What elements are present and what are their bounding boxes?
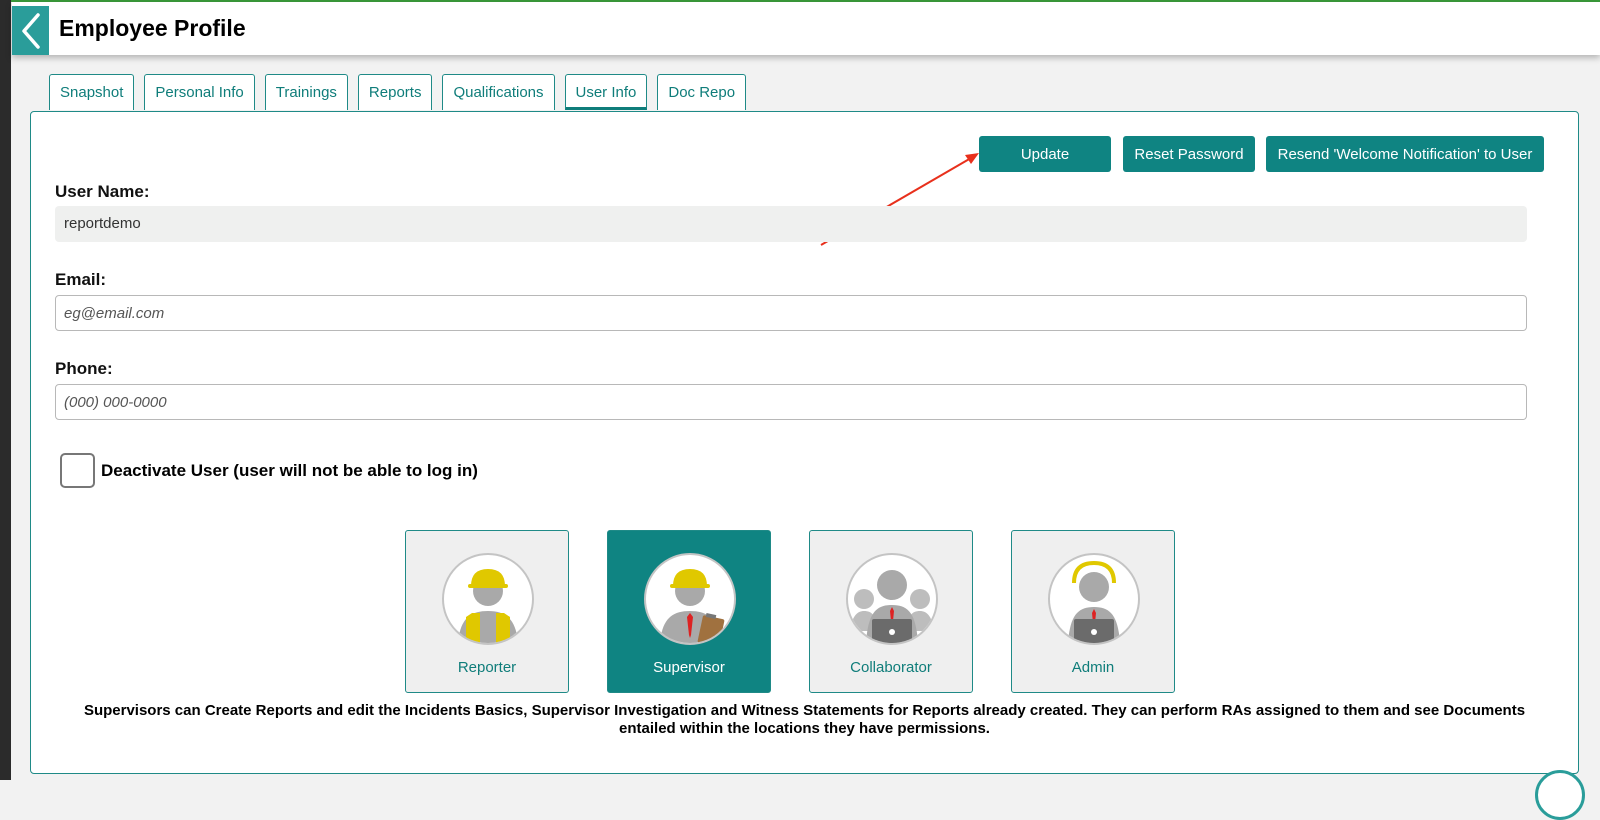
- role-label: Reporter: [457, 659, 517, 676]
- role-card-reporter[interactable]: Reporter: [405, 530, 569, 693]
- app-header: Employee Profile: [12, 2, 1600, 55]
- chevron-left-icon: [21, 12, 40, 49]
- tab-snapshot[interactable]: Snapshot: [49, 74, 135, 110]
- username-field: reportdemo: [55, 206, 1527, 242]
- page-title: Employee Profile: [59, 15, 246, 41]
- tab-personal-info[interactable]: Personal Info: [144, 74, 255, 110]
- window-edge: [0, 0, 11, 780]
- update-button[interactable]: Update: [979, 136, 1111, 172]
- role-card-admin[interactable]: Admin: [1011, 530, 1175, 693]
- role-label: Supervisor: [653, 659, 725, 676]
- help-widget[interactable]: [1535, 770, 1585, 820]
- role-label: Collaborator: [850, 659, 932, 676]
- tab-reports[interactable]: Reports: [357, 74, 433, 110]
- supervisor-icon: [644, 553, 736, 645]
- role-card-supervisor[interactable]: Supervisor: [607, 530, 771, 693]
- tab-doc-repo[interactable]: Doc Repo: [657, 74, 747, 110]
- deactivate-label: Deactivate User (user will not be able t…: [101, 461, 478, 480]
- username-label: User Name:: [55, 182, 150, 201]
- collaborator-icon: [846, 553, 938, 645]
- tab-trainings[interactable]: Trainings: [264, 74, 348, 110]
- tab-qualifications[interactable]: Qualifications: [442, 74, 555, 110]
- admin-icon: [1048, 553, 1140, 645]
- reporter-icon: [442, 553, 534, 645]
- user-info-panel: Update Reset Password Resend 'Welcome No…: [30, 111, 1579, 774]
- role-card-collaborator[interactable]: Collaborator: [809, 530, 973, 693]
- role-description: Supervisors can Create Reports and edit …: [83, 702, 1526, 737]
- role-label: Admin: [1071, 659, 1115, 676]
- email-field[interactable]: [55, 295, 1527, 331]
- reset-password-button[interactable]: Reset Password: [1123, 136, 1255, 172]
- tab-user-info[interactable]: User Info: [564, 74, 648, 110]
- back-button[interactable]: [12, 6, 49, 55]
- deactivate-checkbox[interactable]: [60, 453, 95, 488]
- phone-label: Phone:: [55, 359, 113, 378]
- profile-tabs: Snapshot Personal Info Trainings Reports…: [49, 74, 747, 110]
- email-label: Email:: [55, 270, 107, 289]
- phone-field[interactable]: [55, 384, 1527, 420]
- resend-welcome-button[interactable]: Resend 'Welcome Notification' to User: [1266, 136, 1544, 172]
